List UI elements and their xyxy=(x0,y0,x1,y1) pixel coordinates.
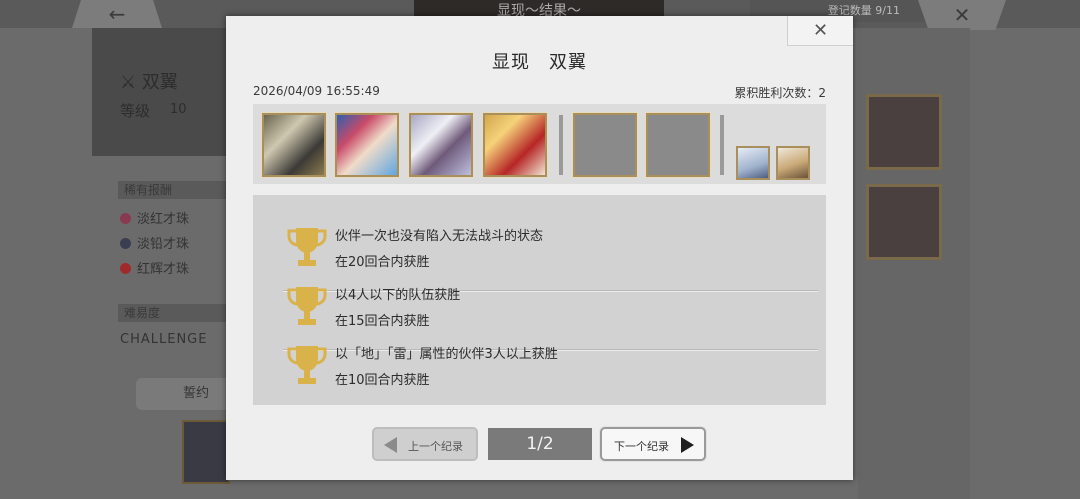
reward-item: 淡红才珠 xyxy=(120,208,189,227)
objective-turns: 在15回合内获胜 xyxy=(335,314,430,329)
character-portrait-angel[interactable] xyxy=(408,112,474,178)
boss-card-1[interactable] xyxy=(866,94,942,170)
pet-icon-cat[interactable] xyxy=(776,146,810,180)
character-portrait-idol[interactable] xyxy=(334,112,400,178)
orb-icon xyxy=(120,263,131,274)
character-portrait-knight[interactable] xyxy=(261,112,327,178)
trophy-icon xyxy=(287,287,327,325)
difficulty-value: CHALLENGE xyxy=(120,332,208,347)
arrow-right-icon xyxy=(681,437,694,453)
boss-card-2[interactable] xyxy=(866,184,942,260)
reward-item: 淡铅才珠 xyxy=(120,233,189,252)
next-record-button[interactable]: 下一个纪录 xyxy=(600,427,706,461)
orb-icon xyxy=(120,213,131,224)
sword-icon: ⚔ xyxy=(120,72,137,93)
empty-slot xyxy=(645,112,711,178)
orb-icon xyxy=(120,238,131,249)
boss-name-text: 双翼 xyxy=(141,72,178,93)
back-arrow-icon[interactable]: ← xyxy=(72,0,162,28)
objective-item: 以4人以下的队伍获胜 在15回合内获胜 xyxy=(283,276,818,334)
close-icon: ✕ xyxy=(812,20,829,41)
arrow-left-icon xyxy=(384,437,397,453)
character-portrait-blonde[interactable] xyxy=(482,112,548,178)
record-date: 2026/04/09 16:55:49 xyxy=(253,84,380,98)
difficulty-label: 难易度 xyxy=(118,304,228,322)
previous-record-label: 上一个纪录 xyxy=(408,440,463,453)
boss-name: ⚔ 双翼 xyxy=(120,68,178,94)
dialog-title: 显现 双翼 xyxy=(492,52,587,73)
trophy-icon xyxy=(287,346,327,384)
trophy-icon xyxy=(287,228,327,266)
level-value: 10 xyxy=(170,102,187,117)
previous-record-button[interactable]: 上一个纪录 xyxy=(372,427,478,461)
pet-icon-white-bird[interactable] xyxy=(736,146,770,180)
objective-turns: 在10回合内获胜 xyxy=(335,373,430,388)
level-label: 等级 xyxy=(120,102,151,120)
objective-condition: 以「地」「雷」属性的伙伴3人以上获胜 xyxy=(335,347,558,362)
objective-item: 以「地」「雷」属性的伙伴3人以上获胜 在10回合内获胜 xyxy=(283,335,818,393)
record-meta: 2026/04/09 16:55:49 累积胜利次数：2 xyxy=(253,84,826,106)
total-wins: 累积胜利次数：2 xyxy=(734,86,826,100)
objective-condition: 以4人以下的队伍获胜 xyxy=(335,288,461,303)
objective-condition: 伙伴一次也没有陷入无法战斗的状态 xyxy=(335,229,544,244)
divider xyxy=(559,115,563,175)
page-indicator: 1/2 xyxy=(488,428,592,460)
close-button[interactable]: ✕ xyxy=(787,16,853,46)
party-lineup xyxy=(253,104,826,184)
background-close-icon[interactable]: ✕ xyxy=(918,0,1006,30)
record-dialog: 显现 双翼 ✕ 2026/04/09 16:55:49 累积胜利次数：2 伙伴一… xyxy=(226,16,853,480)
bottom-left-card[interactable] xyxy=(182,420,230,484)
objective-turns: 在20回合内获胜 xyxy=(335,255,430,270)
objective-item: 伙伴一次也没有陷入无法战斗的状态 在20回合内获胜 xyxy=(283,217,818,275)
reward-item: 红辉才珠 xyxy=(120,258,189,277)
rare-rewards-label: 稀有报酬 xyxy=(118,181,228,199)
divider xyxy=(720,115,724,175)
empty-slot xyxy=(572,112,638,178)
next-record-label: 下一个纪录 xyxy=(614,440,669,453)
objectives-list: 伙伴一次也没有陷入无法战斗的状态 在20回合内获胜 以4人以下的队伍获胜 在15… xyxy=(253,195,826,405)
